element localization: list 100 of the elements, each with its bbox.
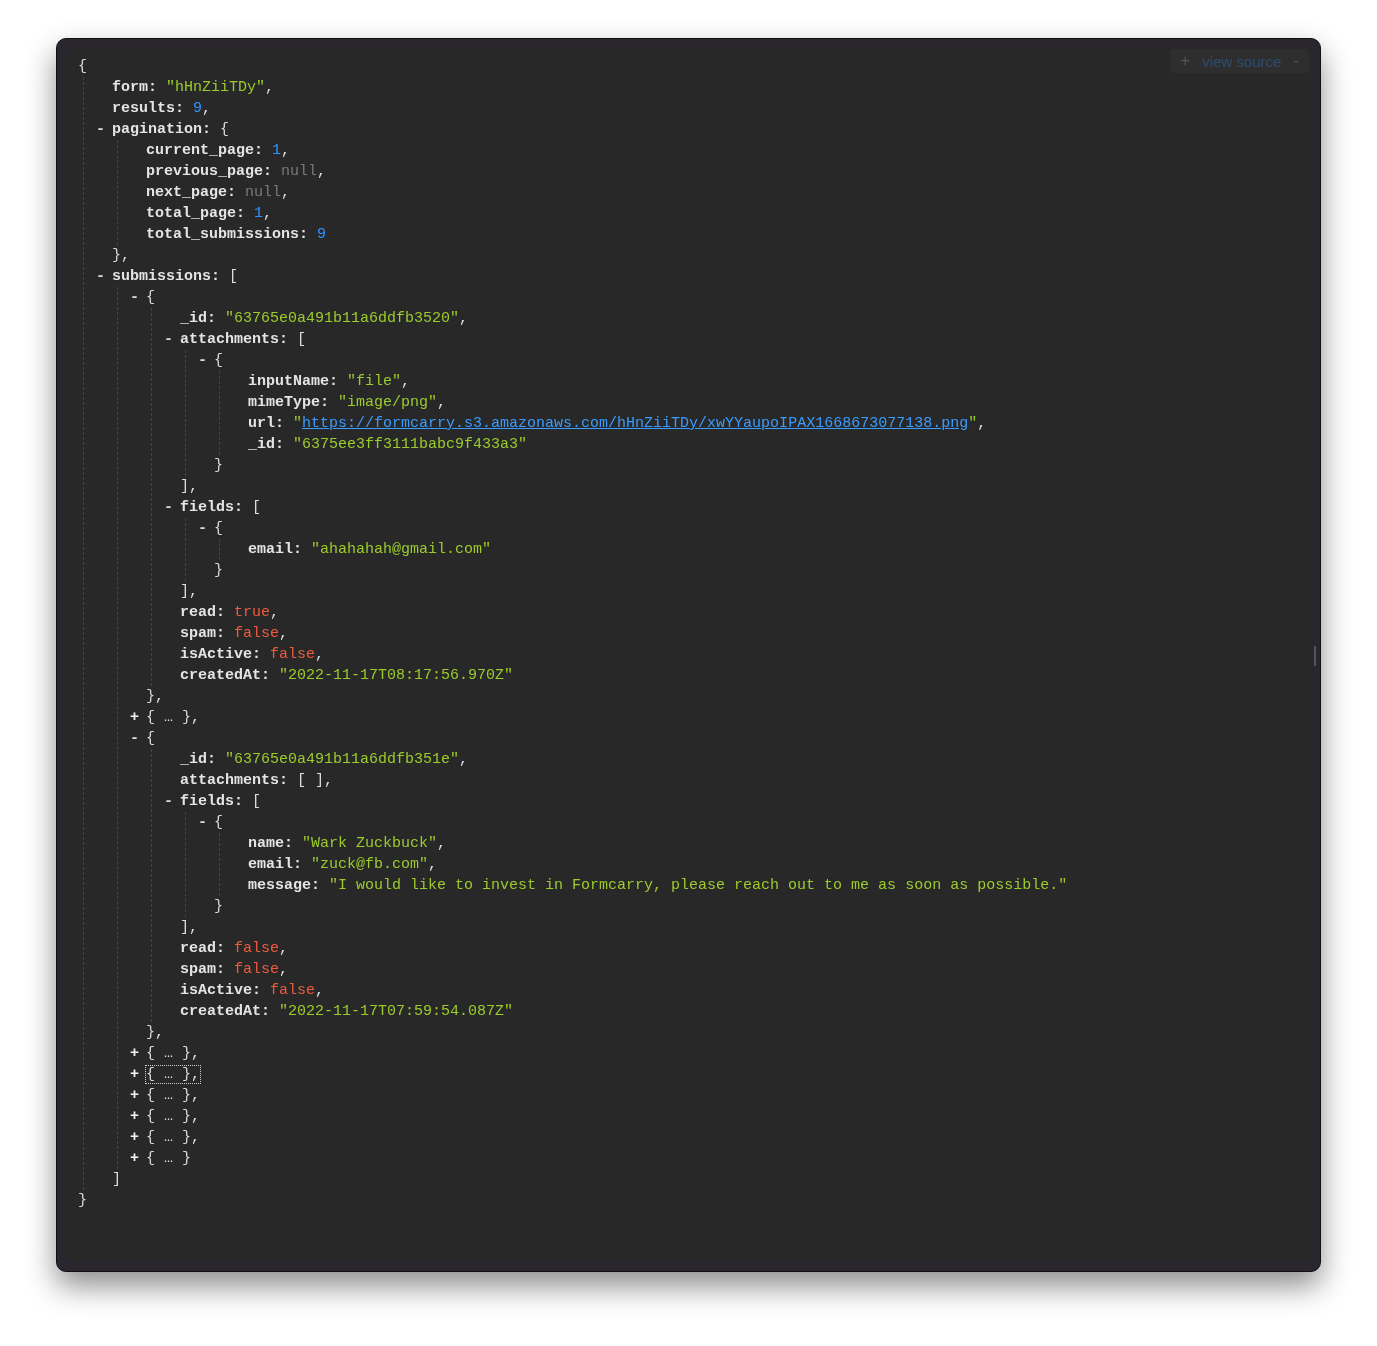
expand-toggle[interactable]: + <box>130 1085 146 1106</box>
json-value: "6375ee3ff3111babc9f433a3" <box>293 436 528 453</box>
json-value: "ahahahah@gmail.com" <box>311 541 492 558</box>
comma: , <box>401 373 411 390</box>
json-key: total_submissions: <box>146 226 309 243</box>
json-key: mimeType: <box>248 394 329 411</box>
json-key: pagination: <box>112 121 212 138</box>
comma: , <box>315 646 325 663</box>
json-key: submissions: <box>112 268 221 285</box>
json-key: message: <box>248 877 320 894</box>
expand-toggle[interactable]: + <box>130 1043 146 1064</box>
json-key: previous_page: <box>146 163 273 180</box>
comma: , <box>191 1108 201 1125</box>
comma: , <box>155 1024 165 1041</box>
json-key: fields: <box>180 793 243 810</box>
comma: , <box>189 478 199 495</box>
json-key: attachments: <box>180 331 289 348</box>
quote-mark: " <box>968 415 978 432</box>
json-key: _id: <box>180 751 216 768</box>
expand-toggle[interactable]: + <box>130 1127 146 1148</box>
comma: , <box>189 583 199 600</box>
close-bracket: ] <box>180 478 189 495</box>
close-bracket: } <box>146 688 155 705</box>
close-bracket: } <box>78 1192 87 1209</box>
comma: , <box>459 310 469 327</box>
collapsed-object[interactable]: { … } <box>146 1087 191 1104</box>
comma: , <box>459 751 469 768</box>
json-key: _id: <box>248 436 284 453</box>
close-bracket: ] <box>112 1171 121 1188</box>
comma: , <box>977 415 987 432</box>
close-bracket: ] <box>180 583 189 600</box>
close-bracket: } <box>214 898 223 915</box>
comma: , <box>121 247 131 264</box>
json-value: "hHnZiiTDy" <box>166 79 266 96</box>
comma: , <box>279 961 289 978</box>
json-key: current_page: <box>146 142 264 159</box>
json-value: "63765e0a491b11a6ddfb3520" <box>225 310 460 327</box>
open-bracket: [ <box>252 499 262 516</box>
json-key: read: <box>180 604 225 621</box>
expand-toggle[interactable]: + <box>130 1106 146 1127</box>
json-key: attachments: <box>180 772 289 789</box>
json-key: read: <box>180 940 225 957</box>
collapse-toggle[interactable]: - <box>96 119 112 140</box>
comma: , <box>263 205 273 222</box>
comma: , <box>315 982 325 999</box>
json-value: false <box>270 982 316 999</box>
collapse-toggle[interactable]: - <box>96 266 112 287</box>
json-key: isActive: <box>180 982 261 999</box>
json-key: email: <box>248 856 302 873</box>
json-value: false <box>234 940 280 957</box>
expand-toggle[interactable]: + <box>130 1064 146 1085</box>
collapsed-object[interactable]: { … } <box>146 709 191 726</box>
open-bracket: { <box>78 58 87 75</box>
collapse-toggle[interactable]: - <box>198 350 214 371</box>
url-link[interactable]: https://formcarry.s3.amazonaws.com/hHnZiiTDy/xwYYaupoIPAX1668673077138.png <box>302 415 969 432</box>
collapse-toggle[interactable]: - <box>198 518 214 539</box>
json-value: null <box>245 184 282 201</box>
json-value: 9 <box>193 100 203 117</box>
collapsed-object[interactable]: { … } <box>146 1150 191 1167</box>
collapse-toggle[interactable]: - <box>130 728 146 749</box>
open-bracket: { <box>214 814 223 831</box>
quote-mark: " <box>293 415 303 432</box>
open-bracket: { <box>146 730 155 747</box>
close-bracket: } <box>112 247 121 264</box>
comma: , <box>155 688 165 705</box>
json-value: "file" <box>347 373 402 390</box>
json-value: "63765e0a491b11a6ddfb351e" <box>225 751 460 768</box>
collapsed-object[interactable]: { … } <box>146 1045 191 1062</box>
json-key: inputName: <box>248 373 338 390</box>
comma: , <box>189 919 199 936</box>
json-key: createdAt: <box>180 1003 270 1020</box>
json-key: _id: <box>180 310 216 327</box>
comma: , <box>270 604 280 621</box>
collapsed-object[interactable]: { … }, <box>146 1066 200 1083</box>
json-key: next_page: <box>146 184 236 201</box>
expand-toggle[interactable]: + <box>130 707 146 728</box>
collapsed-object[interactable]: { … } <box>146 1108 191 1125</box>
json-key: url: <box>248 415 284 432</box>
json-value: false <box>234 961 280 978</box>
comma: , <box>437 394 447 411</box>
comma: , <box>279 940 289 957</box>
collapse-toggle[interactable]: - <box>164 791 180 812</box>
expand-toggle[interactable]: + <box>130 1148 146 1169</box>
json-value: "zuck@fb.com" <box>311 856 429 873</box>
json-key: spam: <box>180 625 225 642</box>
collapse-toggle[interactable]: - <box>198 812 214 833</box>
json-value: "Wark Zuckbuck" <box>302 835 438 852</box>
json-value: true <box>234 604 271 621</box>
open-bracket: { <box>214 352 223 369</box>
json-key: createdAt: <box>180 667 270 684</box>
collapse-toggle[interactable]: - <box>164 329 180 350</box>
collapse-toggle[interactable]: - <box>130 287 146 308</box>
json-key: name: <box>248 835 293 852</box>
open-bracket: [ <box>252 793 262 810</box>
close-bracket: ] <box>180 919 189 936</box>
collapsed-object[interactable]: { … } <box>146 1129 191 1146</box>
comma: , <box>191 1087 201 1104</box>
collapse-toggle[interactable]: - <box>164 497 180 518</box>
comma: , <box>191 1129 201 1146</box>
json-value: false <box>234 625 280 642</box>
